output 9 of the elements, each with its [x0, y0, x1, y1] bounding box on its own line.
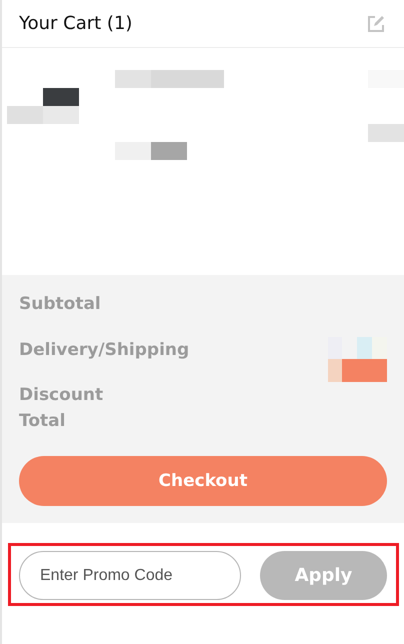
summary-label: Discount — [19, 384, 104, 407]
edit-icon[interactable] — [366, 14, 386, 34]
summary-label: Subtotal — [19, 293, 102, 316]
summary-label: Delivery/Shipping — [19, 339, 190, 362]
checkout-button[interactable]: Checkout — [19, 456, 387, 506]
summary-label: Total — [19, 410, 66, 433]
cart-title: Your Cart (1) — [19, 13, 132, 34]
pixelated-drawing — [328, 337, 387, 382]
promo-code-field[interactable]: Enter Promo Code — [19, 551, 241, 600]
